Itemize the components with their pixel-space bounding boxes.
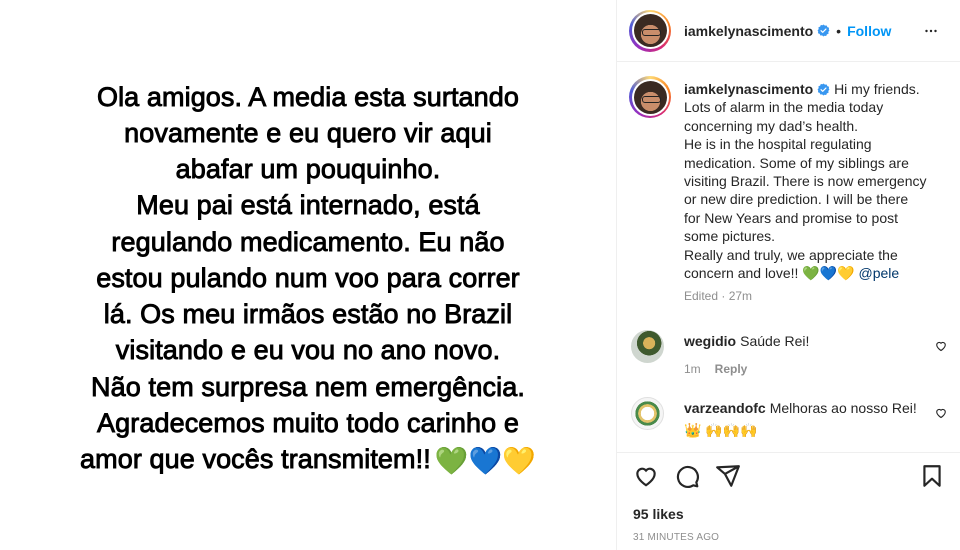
caption-body: iamkelynascimento Hi my friends. Lots of… — [684, 80, 954, 306]
caption-avatar[interactable] — [629, 76, 671, 118]
avatar-inner — [631, 78, 669, 116]
header-separator: • — [836, 22, 842, 39]
caption-line: for New Years and promise to post — [684, 209, 899, 226]
likes-count[interactable]: 95 likes — [633, 506, 684, 522]
story-line: regulando medicamento. Eu não — [111, 226, 505, 257]
mention-link[interactable]: @pele — [858, 265, 899, 281]
comment-time: 1m — [684, 362, 701, 376]
post-timestamp: 31 MINUTES AGO — [633, 532, 720, 543]
caption-line: Really and truly, we appreciate the — [684, 246, 898, 263]
caption-text: Hi my friends. — [834, 81, 920, 97]
comment-content: varzeandofc Melhoras ao nosso Rei! — [684, 399, 924, 417]
comment-avatar[interactable] — [631, 330, 664, 363]
header-avatar[interactable] — [629, 9, 671, 52]
heart-icon[interactable] — [633, 463, 659, 489]
caption-line: Lots of alarm in the media today — [684, 99, 884, 116]
comment-icon[interactable] — [674, 463, 700, 489]
story-line: estou pulando num voo para correr — [96, 262, 520, 293]
story-line: Ola amigos. A media esta surtando — [96, 81, 520, 112]
follow-button[interactable]: Follow — [847, 23, 891, 39]
avatar-photo — [633, 14, 667, 47]
story-line: Não tem surpresa nem emergência. — [91, 371, 526, 402]
comment-username[interactable]: wegidio — [684, 333, 736, 349]
caption-line: some pictures. — [684, 228, 776, 245]
share-icon[interactable] — [715, 463, 741, 489]
comment-emoji-line: 👑 🙌🙌🙌 — [684, 422, 758, 438]
story-line-text: amor que vocês transmitem!! — [80, 443, 432, 474]
more-options-icon[interactable] — [922, 22, 940, 40]
verified-badge-icon — [817, 83, 830, 96]
comments-section: iamkelynascimento Hi my friends. Lots of… — [617, 62, 960, 452]
caption-line: He is in the hospital regulating — [684, 136, 872, 153]
avatar-photo — [633, 80, 667, 114]
caption-line: medication. Some of my siblings are — [684, 154, 909, 171]
caption-username[interactable]: iamkelynascimento — [684, 81, 813, 97]
caption-meta: Edited · 27m — [684, 289, 753, 304]
comment-avatar[interactable] — [631, 397, 664, 430]
post-image: Ola amigos. A media esta surtando novame… — [0, 0, 616, 550]
comment-content: wegidio Saúde Rei! — [684, 332, 924, 350]
story-line: lá. Os meu irmãos estão no Brazil — [103, 299, 513, 330]
post-sidebar: iamkelynascimento • Follow iamkelynascim… — [617, 0, 960, 550]
story-line: abafar um pouquinho. — [175, 154, 441, 185]
header-username[interactable]: iamkelynascimento — [684, 23, 813, 39]
comment-body: wegidio Saúde Rei! 1m Reply — [684, 332, 924, 378]
verified-badge-icon — [817, 24, 830, 37]
comment-text: Saúde Rei! — [740, 333, 810, 349]
caption-first-line: iamkelynascimento Hi my friends. — [684, 80, 954, 98]
comment-body: varzeandofc Melhoras ao nosso Rei! 👑 🙌🙌🙌 — [684, 399, 924, 439]
heart-icon[interactable] — [935, 340, 947, 352]
story-line: visitando e eu vou no ano novo. — [115, 335, 501, 366]
avatar-inner — [631, 12, 669, 49]
caption-last-line: concern and love!! 💚💙💛 @pele — [684, 264, 954, 282]
reply-button[interactable]: Reply — [715, 362, 748, 376]
action-bar — [617, 452, 960, 500]
comment-text: Melhoras ao nosso Rei! — [769, 400, 917, 416]
caption-line: or new dire prediction. I will be there — [684, 191, 909, 208]
heart-icon[interactable] — [935, 407, 947, 419]
caption-text: concern and love!! 💚💙💛 — [684, 265, 855, 282]
story-text: Ola amigos. A media esta surtando novame… — [8, 71, 608, 479]
caption-line: visiting Brazil. There is now emergency — [684, 173, 927, 190]
caption-line: concerning my dad’s health. — [684, 117, 859, 134]
story-hearts-emoji: 💚💙💛 — [434, 445, 536, 476]
story-line: Meu pai está internado, está — [136, 190, 480, 221]
comment-meta: 1m Reply — [684, 360, 924, 378]
story-line-last: amor que vocês transmitem!! 💚💙💛 — [8, 441, 608, 479]
post-header: iamkelynascimento • Follow — [617, 0, 960, 62]
story-line: novamente e eu quero vir aqui — [124, 118, 492, 149]
bookmark-icon[interactable] — [919, 463, 945, 489]
story-line: Agradecemos muito todo carinho e — [97, 407, 520, 438]
comment-username[interactable]: varzeandofc — [684, 400, 766, 416]
